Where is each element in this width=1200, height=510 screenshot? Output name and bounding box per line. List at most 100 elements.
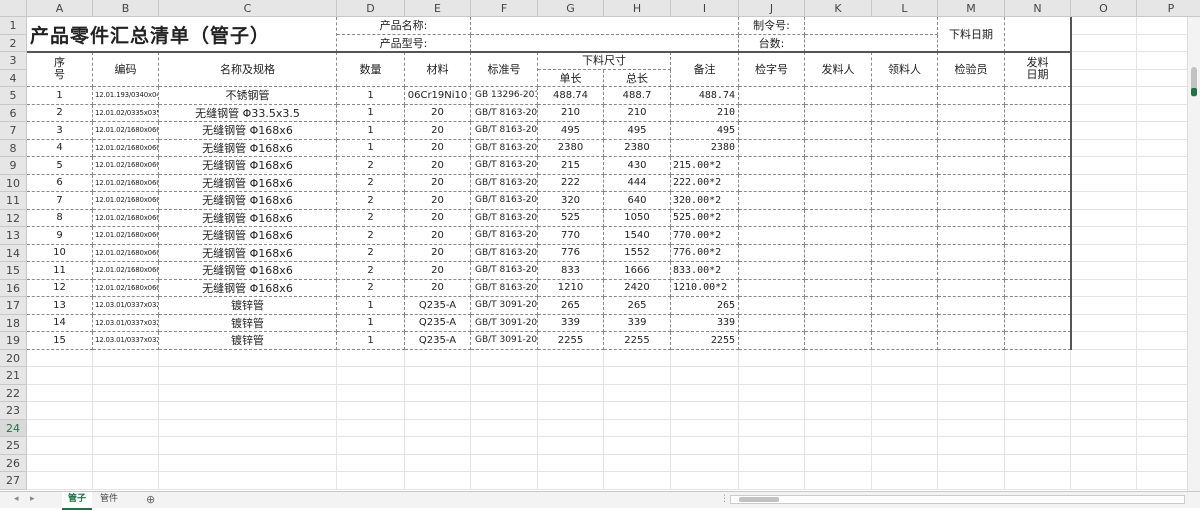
- empty-cell[interactable]: [1071, 262, 1137, 280]
- empty-cell[interactable]: [671, 472, 739, 490]
- empty-cell[interactable]: [471, 472, 538, 490]
- cell-blank[interactable]: [739, 262, 805, 280]
- empty-cell[interactable]: [604, 419, 671, 437]
- cell-remarks[interactable]: 2380: [671, 139, 739, 157]
- cell-qty[interactable]: 1: [337, 139, 405, 157]
- cell-material[interactable]: 20: [405, 279, 471, 297]
- sheet-grid[interactable]: 产品零件汇总清单（管子） 产品名称: 产品型号: 制令号: 台数: 下料日期序 号编码 名称…: [27, 17, 1200, 491]
- empty-cell[interactable]: [938, 384, 1005, 402]
- cell-remarks[interactable]: 495: [671, 122, 739, 140]
- cell-blank[interactable]: [1005, 297, 1071, 315]
- cell-code[interactable]: 12.01.02/1680x060/01: [93, 279, 159, 297]
- row-header-3[interactable]: 3: [0, 52, 27, 70]
- cell-blank[interactable]: [938, 297, 1005, 315]
- cell-blank[interactable]: [872, 332, 938, 350]
- cell-blank[interactable]: [805, 157, 872, 175]
- cell-blank[interactable]: [938, 87, 1005, 105]
- column-header-l[interactable]: L: [872, 0, 938, 17]
- cell-blank[interactable]: [1005, 122, 1071, 140]
- cell-blank[interactable]: [872, 227, 938, 245]
- cell-blank[interactable]: [1005, 262, 1071, 280]
- empty-cell[interactable]: [739, 437, 805, 455]
- cell-material[interactable]: Q235-A: [405, 297, 471, 315]
- column-header-k[interactable]: K: [805, 0, 872, 17]
- column-header-o[interactable]: O: [1071, 0, 1137, 17]
- cell-blank[interactable]: [1005, 174, 1071, 192]
- cell-seq[interactable]: 15: [27, 332, 93, 350]
- cell-blank[interactable]: [872, 139, 938, 157]
- cell-code[interactable]: 12.01.193/0340x040/20: [93, 87, 159, 105]
- empty-cell[interactable]: [739, 402, 805, 420]
- empty-cell[interactable]: [604, 472, 671, 490]
- cell-unit-length[interactable]: 2255: [538, 332, 604, 350]
- header-qty[interactable]: 数量: [337, 52, 405, 87]
- cell-material[interactable]: 20: [405, 244, 471, 262]
- cell-blank[interactable]: [739, 227, 805, 245]
- cell-seq[interactable]: 1: [27, 87, 93, 105]
- empty-cell[interactable]: [405, 419, 471, 437]
- empty-cell[interactable]: [805, 384, 872, 402]
- empty-cell[interactable]: [872, 437, 938, 455]
- cell-material[interactable]: 20: [405, 227, 471, 245]
- cell-remarks[interactable]: 222.00*2: [671, 174, 739, 192]
- cell-blank[interactable]: [805, 174, 872, 192]
- header-receiver[interactable]: 领料人: [872, 52, 938, 87]
- cell-name-spec[interactable]: 无缝钢管 Φ168x6: [159, 192, 337, 210]
- cell-total-length[interactable]: 444: [604, 174, 671, 192]
- cell-blank[interactable]: [872, 122, 938, 140]
- empty-cell[interactable]: [538, 419, 604, 437]
- cell-qty[interactable]: 1: [337, 122, 405, 140]
- cell-remarks[interactable]: 525.00*2: [671, 209, 739, 227]
- cell-code[interactable]: 12.01.02/1680x060/01: [93, 192, 159, 210]
- empty-cell[interactable]: [27, 437, 93, 455]
- cell-code[interactable]: 12.03.01/0337x032/07: [93, 297, 159, 315]
- cell-qty[interactable]: 2: [337, 174, 405, 192]
- cell-material[interactable]: 20: [405, 192, 471, 210]
- cell-blank[interactable]: [1005, 139, 1071, 157]
- empty-cell[interactable]: [1071, 174, 1137, 192]
- empty-cell[interactable]: [938, 367, 1005, 385]
- empty-cell[interactable]: [805, 472, 872, 490]
- product-name-value[interactable]: [471, 17, 739, 35]
- cell-blank[interactable]: [938, 209, 1005, 227]
- cell-name-spec[interactable]: 无缝钢管 Φ168x6: [159, 279, 337, 297]
- row-header-2[interactable]: 2: [0, 34, 27, 52]
- row-header-1[interactable]: 1: [0, 17, 27, 35]
- empty-cell[interactable]: [604, 437, 671, 455]
- cell-seq[interactable]: 13: [27, 297, 93, 315]
- cell-code[interactable]: 12.03.01/0337x032/07: [93, 332, 159, 350]
- cell-name-spec[interactable]: 无缝钢管 Φ168x6: [159, 209, 337, 227]
- empty-cell[interactable]: [671, 402, 739, 420]
- empty-cell[interactable]: [1071, 122, 1137, 140]
- empty-cell[interactable]: [27, 384, 93, 402]
- cell-name-spec[interactable]: 镀锌管: [159, 314, 337, 332]
- cell-blank[interactable]: [739, 332, 805, 350]
- empty-cell[interactable]: [471, 437, 538, 455]
- empty-cell[interactable]: [1071, 279, 1137, 297]
- cell-standard[interactable]: GB/T 8163-2018: [471, 244, 538, 262]
- cell-blank[interactable]: [739, 139, 805, 157]
- cell-blank[interactable]: [1005, 244, 1071, 262]
- empty-cell[interactable]: [159, 384, 337, 402]
- row-header-8[interactable]: 8: [0, 139, 27, 157]
- cell-remarks[interactable]: 1210.00*2: [671, 279, 739, 297]
- empty-cell[interactable]: [337, 349, 405, 367]
- empty-cell[interactable]: [405, 454, 471, 472]
- cell-code[interactable]: 12.01.02/1680x060/01: [93, 262, 159, 280]
- cell-unit-length[interactable]: 265: [538, 297, 604, 315]
- cell-qty[interactable]: 1: [337, 314, 405, 332]
- empty-cell[interactable]: [1071, 384, 1137, 402]
- cell-standard[interactable]: GB/T 8163-2018: [471, 227, 538, 245]
- cell-total-length[interactable]: 339: [604, 314, 671, 332]
- cell-standard[interactable]: GB/T 8163-2018: [471, 192, 538, 210]
- cell-total-length[interactable]: 1666: [604, 262, 671, 280]
- empty-cell[interactable]: [471, 402, 538, 420]
- cell-seq[interactable]: 10: [27, 244, 93, 262]
- empty-cell[interactable]: [337, 472, 405, 490]
- cell-remarks[interactable]: 488.74: [671, 87, 739, 105]
- row-header-18[interactable]: 18: [0, 314, 27, 332]
- empty-cell[interactable]: [739, 454, 805, 472]
- cell-unit-length[interactable]: 222: [538, 174, 604, 192]
- row-header-15[interactable]: 15: [0, 262, 27, 280]
- sheet-title[interactable]: 产品零件汇总清单（管子）: [27, 17, 337, 52]
